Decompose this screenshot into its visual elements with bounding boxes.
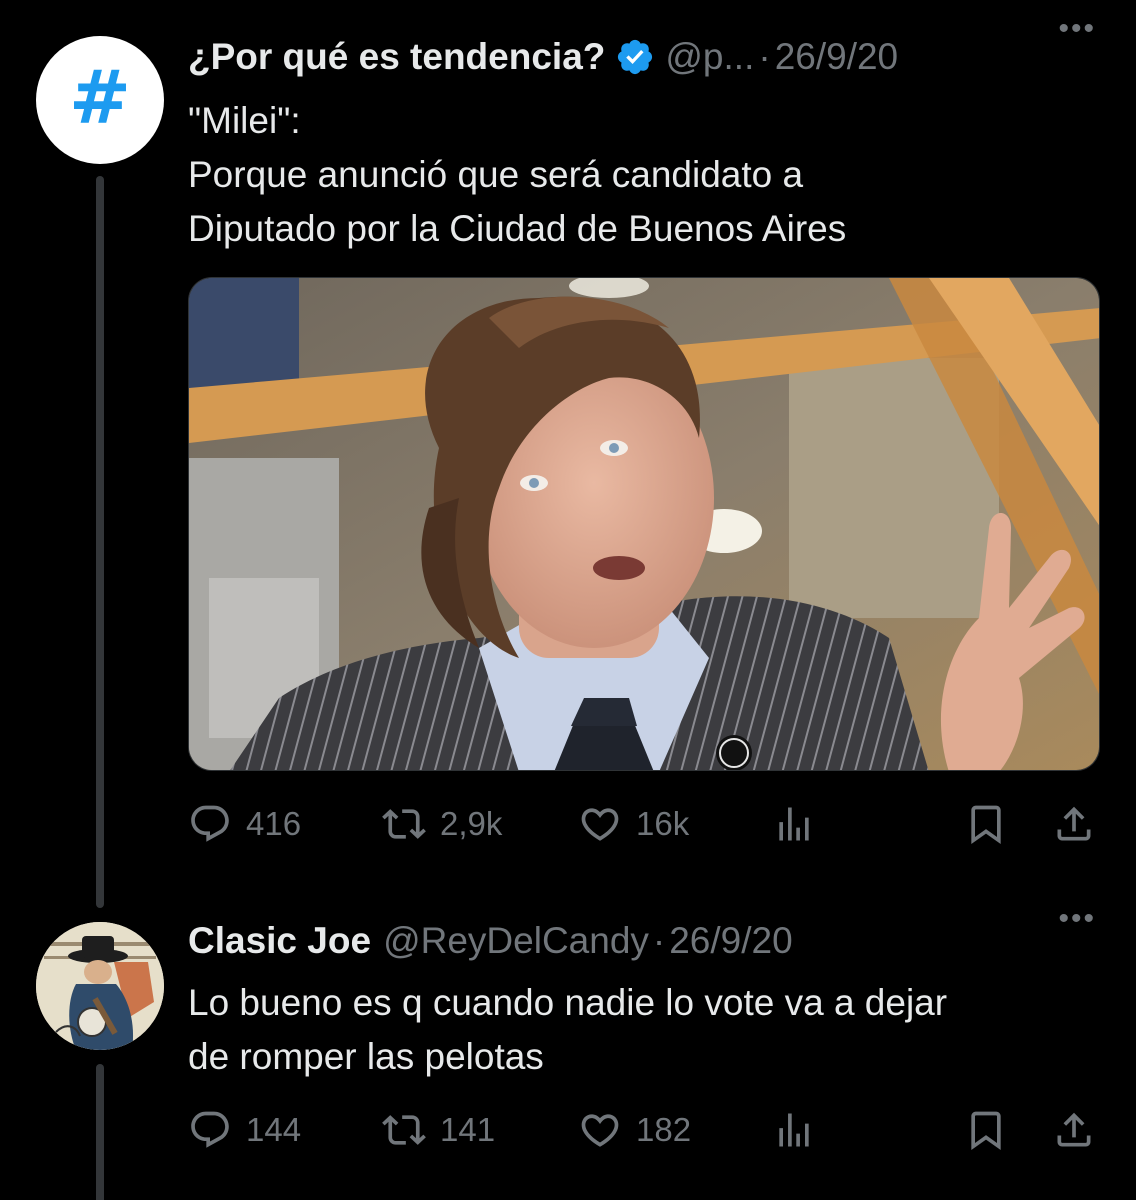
reply-button[interactable]: 144 [188,1100,301,1160]
avatar-trending[interactable]: # [36,36,164,164]
reply-icon [191,805,229,842]
tweet-date[interactable]: 26/9/20 [669,920,792,962]
tweet-text-line: "Milei": [188,100,301,141]
retweet-count: 141 [440,1111,496,1148]
tweet-header: Clasic Joe @ReyDelCandy · 26/9/20 [188,916,1096,966]
photo-illustration [189,278,1099,770]
reply-icon [191,1111,229,1148]
tweet-trending[interactable]: # ¿Por qué es tendencia? @p... · 26/9/20… [0,0,1136,908]
share-icon [1057,806,1091,841]
like-count: 16k [636,805,690,842]
avatar-illustration [36,922,164,1050]
reply-button[interactable]: 416 [188,794,301,854]
bookmark-button[interactable] [964,1100,1008,1160]
like-count: 182 [636,1111,692,1148]
views-icon [779,807,809,841]
author-handle[interactable]: @p... [665,36,754,78]
more-icon[interactable]: ••• [1058,12,1096,46]
tweet-text: Lo bueno es q cuando nadie lo vote va a … [188,976,1096,1084]
author-name[interactable]: Clasic Joe [188,920,371,962]
retweet-icon [382,1115,426,1145]
like-button[interactable]: 182 [578,1100,691,1160]
like-button[interactable]: 16k [578,794,689,854]
separator-dot: · [652,920,666,961]
tweet-actions: 416 2,9k 16k [188,794,1100,854]
thread-line [96,176,104,908]
thread-line [96,1064,104,1200]
tweet-text-line: de romper las pelotas [188,1036,544,1077]
retweet-count: 2,9k [440,805,503,842]
tweet-actions: 144 141 182 [188,1100,1100,1160]
retweet-button[interactable]: 2,9k [382,794,502,854]
retweet-button[interactable]: 141 [382,1100,495,1160]
bookmark-icon [971,1111,1001,1151]
tweet-reply[interactable]: Clasic Joe @ReyDelCandy · 26/9/20 ••• Lo… [0,900,1136,1200]
verified-badge-icon [618,39,653,75]
bookmark-button[interactable] [964,794,1008,854]
separator-dot: · [758,36,771,77]
share-button[interactable] [1052,794,1096,854]
reply-count: 416 [246,805,302,842]
author-name[interactable]: ¿Por qué es tendencia? [188,36,605,78]
views-icon [779,1113,809,1147]
bookmark-icon [971,805,1001,845]
reply-count: 144 [246,1111,302,1148]
tweet-date[interactable]: 26/9/20 [775,36,898,78]
tweet-header: ¿Por qué es tendencia? @p... · 26/9/20 [188,32,1096,82]
tweet-text: "Milei": Porque anunció que será candida… [188,94,1096,256]
tweet-text-line: Lo bueno es q cuando nadie lo vote va a … [188,982,948,1023]
hashtag-avatar-symbol: # [68,55,131,141]
like-icon [581,1114,619,1147]
author-handle[interactable]: @ReyDelCandy [383,920,649,962]
tweet-text-line: Porque anunció que será candidato a [188,154,804,195]
retweet-icon [382,809,426,839]
tweet-photo[interactable] [188,277,1100,771]
tweet-text-line: Diputado por la Ciudad de Buenos Aires [188,208,847,249]
views-button[interactable] [772,1100,816,1160]
more-icon[interactable]: ••• [1058,902,1096,936]
views-button[interactable] [772,794,816,854]
share-button[interactable] [1052,1100,1096,1160]
like-icon [581,808,619,841]
share-icon [1057,1112,1091,1147]
avatar-clasic-joe[interactable] [36,922,164,1050]
